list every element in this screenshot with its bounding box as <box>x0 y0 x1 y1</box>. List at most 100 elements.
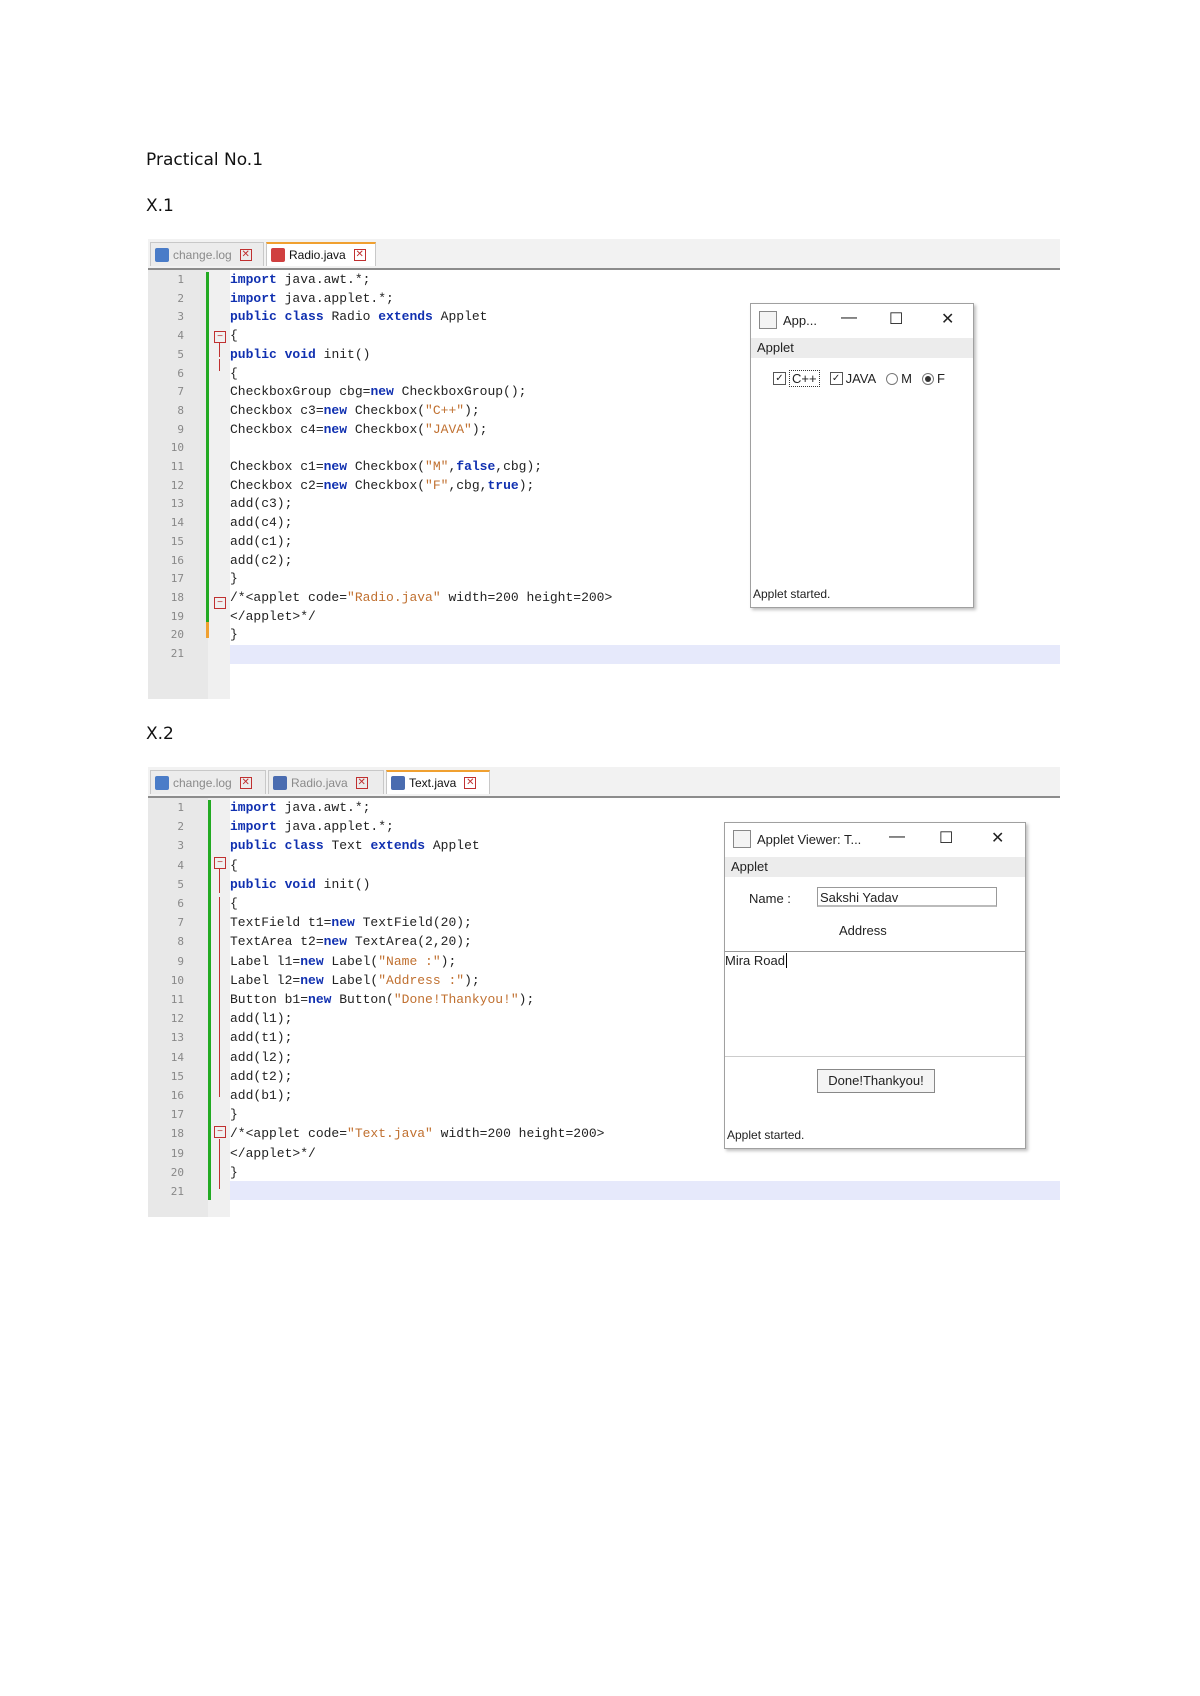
line-number: 7 <box>177 916 184 930</box>
code-line[interactable]: Checkbox c1=new Checkbox("M",false,cbg); <box>230 459 542 474</box>
radio-m[interactable] <box>886 372 899 385</box>
code-line[interactable]: /*<applet code="Text.java" width=200 hei… <box>230 1126 605 1141</box>
line-number: 13 <box>170 1031 184 1045</box>
tab-label: change.log <box>173 247 232 262</box>
line-number: 4 <box>177 329 184 343</box>
code-line[interactable]: { <box>230 328 238 343</box>
checkbox-cpp[interactable]: ✓ <box>773 372 786 385</box>
line-number: 16 <box>170 1089 184 1102</box>
line-number: 6 <box>177 366 184 380</box>
fold-guide <box>219 343 220 357</box>
line-number: 14 <box>170 1050 184 1064</box>
code-line[interactable]: /*<applet code="Radio.java" width=200 he… <box>230 590 612 605</box>
close-icon[interactable]: ✕ <box>464 777 477 789</box>
window-titlebar[interactable]: Applet Viewer: T... <box>725 823 1025 855</box>
code-line[interactable]: add(c1); <box>230 534 292 549</box>
tab-radio-java[interactable]: Radio.java ✕ <box>266 242 376 266</box>
code-line[interactable]: public class Text extends Applet <box>230 838 480 853</box>
code-line[interactable]: TextField t1=new TextField(20); <box>230 915 472 930</box>
code-line[interactable]: import java.applet.*; <box>230 819 394 834</box>
code-line[interactable]: Checkbox c2=new Checkbox("F",cbg,true); <box>230 478 534 493</box>
line-number: 14 <box>170 516 184 530</box>
code-line[interactable]: public class Radio extends Applet <box>230 309 487 324</box>
page-title: Practical No.1 <box>146 150 264 170</box>
code-line[interactable]: import java.awt.*; <box>230 272 370 287</box>
code-line[interactable]: } <box>230 1107 238 1122</box>
code-line[interactable]: add(b1); <box>230 1088 292 1103</box>
maximize-icon[interactable]: ☐ <box>889 309 903 329</box>
code-line[interactable]: { <box>230 896 238 911</box>
applet-menu[interactable]: Applet <box>751 338 973 358</box>
java-file-icon <box>273 775 287 790</box>
code-line[interactable]: } <box>230 1165 238 1180</box>
close-icon[interactable]: ✕ <box>239 248 252 261</box>
code-line[interactable]: Button b1=new Button("Done!Thankyou!"); <box>230 992 534 1007</box>
window-titlebar[interactable]: App... <box>751 304 973 336</box>
radio-f[interactable] <box>922 372 935 385</box>
editor-tab-bar: change.log ✕ Radio.java ✕ <box>148 239 1060 270</box>
line-number: 3 <box>177 839 184 853</box>
java-app-icon <box>759 311 777 329</box>
fold-toggle-icon[interactable]: − <box>214 331 226 343</box>
code-line[interactable]: } <box>230 627 238 642</box>
name-input[interactable]: Sakshi Yadav <box>817 887 997 907</box>
code-line[interactable]: import java.awt.*; <box>230 800 370 815</box>
close-icon[interactable]: ✕ <box>355 776 368 789</box>
line-number: 4 <box>177 858 184 872</box>
code-line[interactable]: { <box>230 366 238 381</box>
code-line[interactable]: { <box>230 858 238 873</box>
window-title: App... <box>783 312 817 328</box>
code-line[interactable]: public void init() <box>230 347 370 362</box>
tab-text-java[interactable]: Text.java ✕ <box>386 770 490 794</box>
code-line[interactable]: add(t2); <box>230 1069 292 1084</box>
close-icon[interactable]: ✕ <box>239 776 252 789</box>
code-line[interactable]: Label l1=new Label("Name :"); <box>230 954 456 969</box>
minimize-icon[interactable]: — <box>841 309 857 327</box>
code-line[interactable]: add(c4); <box>230 515 292 530</box>
fold-guide <box>219 359 220 371</box>
tab-change-log[interactable]: change.log ✕ <box>150 770 266 794</box>
close-icon[interactable]: ✕ <box>941 309 954 329</box>
code-line[interactable]: Checkbox c4=new Checkbox("JAVA"); <box>230 422 487 437</box>
code-line[interactable]: </applet>*/ <box>230 609 316 624</box>
maximize-icon[interactable]: ☐ <box>939 828 953 848</box>
line-number: 5 <box>177 877 184 891</box>
tab-radio-java[interactable]: Radio.java ✕ <box>268 770 384 794</box>
line-number: 8 <box>177 403 184 417</box>
code-line[interactable]: add(l1); <box>230 1011 292 1026</box>
section-heading-x1: X.1 <box>146 196 174 216</box>
line-number: 1 <box>177 801 184 814</box>
minimize-icon[interactable]: — <box>889 828 905 846</box>
code-line[interactable]: add(t1); <box>230 1030 292 1045</box>
code-line[interactable]: public void init() <box>230 877 370 892</box>
close-icon[interactable]: ✕ <box>353 249 366 261</box>
tab-change-log[interactable]: change.log ✕ <box>150 242 264 266</box>
code-line[interactable]: TextArea t2=new TextArea(2,20); <box>230 934 472 949</box>
code-line[interactable]: import java.applet.*; <box>230 291 394 306</box>
control-row: ✓ C++ ✓ JAVA M F <box>773 370 945 387</box>
address-textarea[interactable]: Mira Road <box>725 951 1025 1057</box>
line-number: 5 <box>177 347 184 361</box>
code-line[interactable]: CheckboxGroup cbg=new CheckboxGroup(); <box>230 384 526 399</box>
code-line[interactable]: </applet>*/ <box>230 1146 316 1161</box>
code-line[interactable]: add(c2); <box>230 553 292 568</box>
line-number: 1 <box>177 273 184 286</box>
current-line-highlight <box>230 645 1060 664</box>
status-bar: Applet started. <box>727 1128 805 1142</box>
code-line[interactable]: Label l2=new Label("Address :"); <box>230 973 480 988</box>
line-number: 3 <box>177 310 184 324</box>
line-number: 12 <box>170 1012 184 1026</box>
code-line[interactable]: add(l2); <box>230 1050 292 1065</box>
fold-toggle-icon[interactable]: − <box>214 597 226 609</box>
done-button[interactable]: Done!Thankyou! <box>817 1069 935 1093</box>
code-line[interactable]: Checkbox c3=new Checkbox("C++"); <box>230 403 480 418</box>
code-line[interactable]: } <box>230 571 238 586</box>
checkbox-java[interactable]: ✓ <box>829 372 843 385</box>
close-icon[interactable]: ✕ <box>991 828 1004 848</box>
applet-menu[interactable]: Applet <box>725 857 1025 877</box>
fold-toggle-icon[interactable]: − <box>214 1126 226 1138</box>
line-number: 12 <box>170 478 184 492</box>
radio-m-label: M <box>901 371 913 386</box>
code-line[interactable]: add(c3); <box>230 496 292 511</box>
fold-toggle-icon[interactable]: − <box>214 857 226 869</box>
